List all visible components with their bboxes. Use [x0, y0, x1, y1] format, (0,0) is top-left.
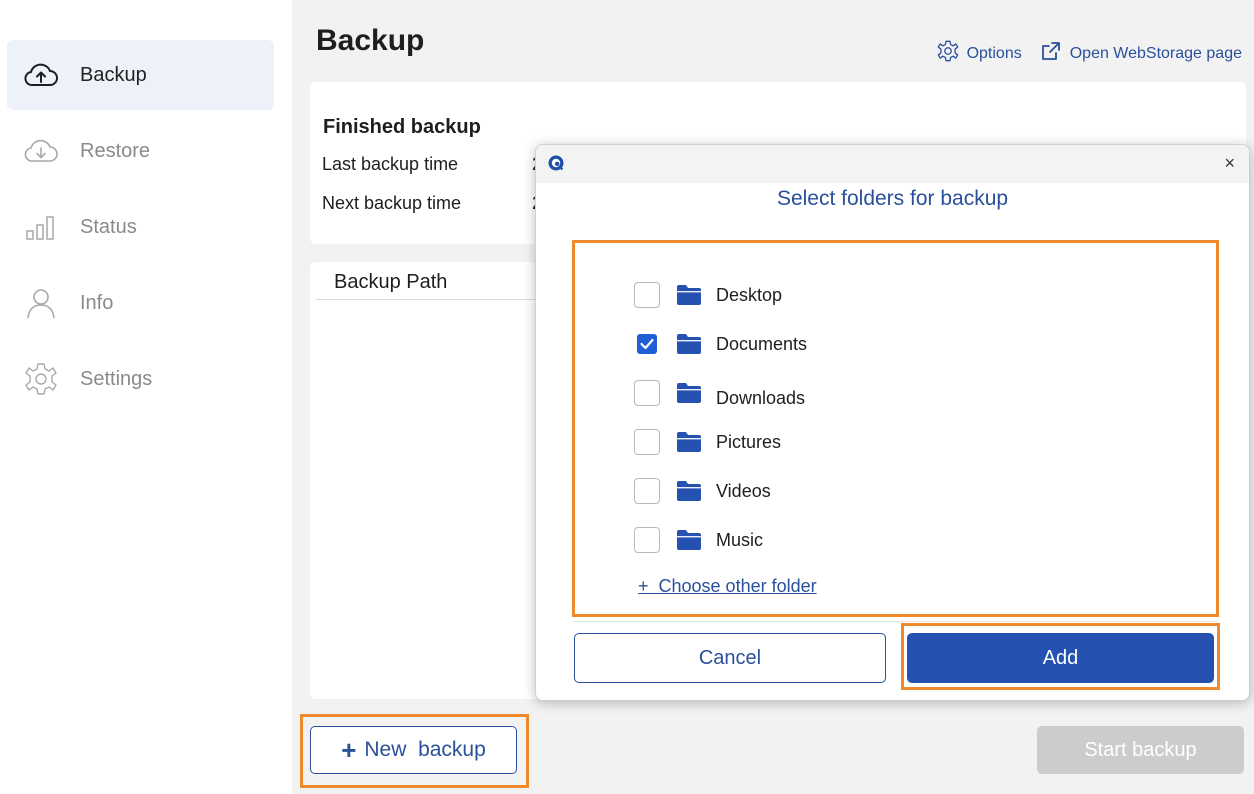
folder-icon: [676, 333, 702, 355]
folder-icon: [676, 480, 702, 502]
checkbox[interactable]: [634, 282, 660, 308]
folder-row-pictures[interactable]: Pictures: [634, 428, 781, 456]
folder-name: Music: [716, 529, 764, 550]
checkbox[interactable]: [634, 429, 660, 455]
person-icon: [23, 285, 59, 321]
start-backup-button[interactable]: Start backup: [1037, 726, 1244, 774]
checkbox-checked[interactable]: [634, 331, 660, 357]
sidebar-item-settings[interactable]: Settings: [7, 344, 274, 414]
new-backup-label: New backup: [364, 738, 486, 761]
external-link-icon: [1040, 40, 1062, 67]
folder-icon: [676, 529, 702, 551]
app-icon: [547, 154, 565, 177]
folder-icon: [676, 382, 702, 404]
folder-row-downloads[interactable]: Downloads: [634, 379, 806, 408]
sidebar-item-label: Settings: [80, 367, 153, 390]
dialog-titlebar: ×: [536, 145, 1249, 183]
sidebar: Backup Restore Status Info Settings: [0, 0, 292, 794]
dialog-heading: Select folders for backup: [776, 187, 1009, 210]
open-webstorage-link[interactable]: Open WebStorage page: [1040, 40, 1242, 67]
sidebar-item-label: Restore: [80, 139, 151, 162]
sidebar-item-label: Info: [80, 291, 114, 314]
page-title: Backup: [316, 24, 425, 57]
folder-icon: [676, 431, 702, 453]
new-backup-button[interactable]: + New backup: [310, 726, 517, 774]
folder-name: Documents: [716, 333, 808, 354]
folder-row-music[interactable]: Music: [634, 526, 763, 554]
finished-backup-heading: Finished backup: [323, 116, 481, 138]
folder-row-documents[interactable]: Documents: [634, 330, 807, 358]
open-webstorage-label: Open WebStorage page: [1069, 44, 1242, 62]
folder-name: Desktop: [716, 284, 783, 305]
next-backup-label: Next backup time: [322, 193, 462, 213]
sidebar-item-label: Backup: [80, 63, 147, 86]
folder-row-desktop[interactable]: Desktop: [634, 281, 782, 309]
top-links: Options Open WebStorage page: [937, 40, 1242, 67]
folder-icon: [676, 284, 702, 306]
last-backup-label: Last backup time: [322, 154, 459, 174]
sidebar-item-backup[interactable]: Backup: [7, 40, 274, 110]
column-header-label: Backup Path: [334, 271, 448, 293]
gear-icon: [937, 40, 959, 67]
gear-icon: [23, 361, 59, 397]
dialog-divider: [574, 621, 1217, 622]
column-header-backup-path[interactable]: Backup Path: [316, 262, 546, 300]
add-button[interactable]: Add: [907, 633, 1214, 683]
choose-other-folder-link[interactable]: + Choose other folder: [638, 576, 817, 597]
checkbox[interactable]: [634, 380, 660, 406]
cloud-upload-icon: [23, 57, 59, 93]
folder-name: Videos: [716, 480, 771, 501]
checkbox[interactable]: [634, 527, 660, 553]
sidebar-item-info[interactable]: Info: [7, 268, 274, 338]
sidebar-item-status[interactable]: Status: [7, 192, 274, 262]
plus-icon: +: [341, 735, 357, 765]
sidebar-item-restore[interactable]: Restore: [7, 116, 274, 186]
folder-name: Downloads: [716, 387, 806, 408]
cloud-download-icon: [23, 133, 59, 169]
options-label: Options: [966, 44, 1022, 62]
sidebar-item-label: Status: [80, 215, 137, 238]
cancel-button[interactable]: Cancel: [574, 633, 886, 683]
select-folders-dialog: × Select folders for backup Desktop Docu…: [535, 144, 1250, 701]
checkbox[interactable]: [634, 478, 660, 504]
bar-chart-icon: [23, 209, 59, 245]
folder-row-videos[interactable]: Videos: [634, 477, 771, 505]
folder-name: Pictures: [716, 431, 782, 452]
options-link[interactable]: Options: [937, 40, 1022, 67]
close-icon[interactable]: ×: [1224, 153, 1235, 173]
